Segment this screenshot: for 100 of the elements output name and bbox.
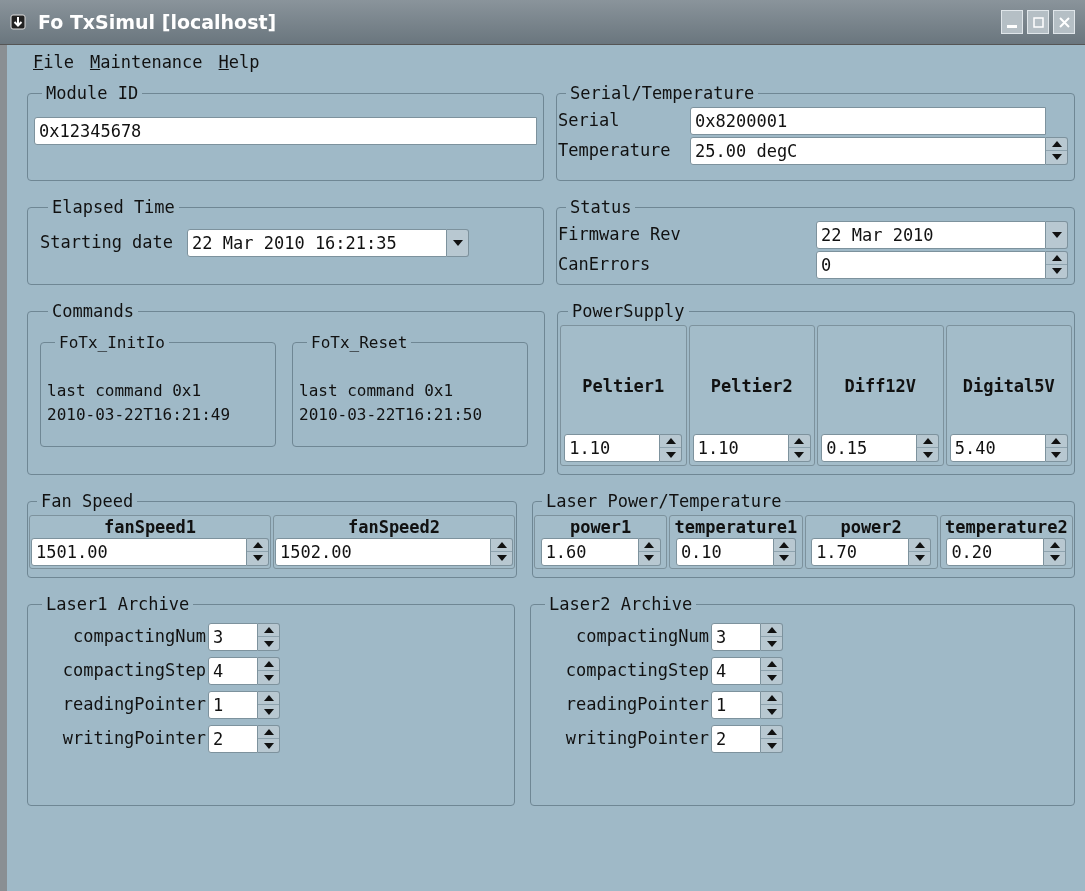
- down-arrow-icon: [766, 674, 777, 681]
- input-field[interactable]: 3: [711, 623, 761, 651]
- channel-label: Digital5V: [962, 374, 1055, 398]
- dropdown-button[interactable]: [447, 228, 470, 257]
- down-arrow-icon: [263, 640, 274, 647]
- channel-label: power2: [840, 515, 902, 538]
- up-arrow-icon: [644, 541, 655, 548]
- input-field[interactable]: 0.15: [821, 434, 918, 462]
- down-arrow-icon: [1051, 268, 1062, 274]
- input-field[interactable]: 25.00 degC: [690, 136, 1046, 165]
- window-menu-icon[interactable]: [10, 14, 26, 30]
- up-arrow-icon: [263, 729, 274, 735]
- up-arrow-icon: [263, 661, 274, 667]
- down-arrow-icon: [1051, 231, 1062, 238]
- channel-label: Peltier2: [710, 374, 793, 398]
- up-arrow-icon: [1051, 254, 1062, 261]
- field-label: Temperature: [558, 138, 672, 162]
- group-title: FoTx_InitIo: [58, 331, 166, 354]
- input-field[interactable]: 0: [816, 250, 1046, 279]
- command-text: last command 0x1: [299, 379, 455, 402]
- down-arrow-icon: [766, 640, 777, 647]
- field-label: compactingNum: [574, 625, 709, 649]
- group-title: Fan Speed: [40, 490, 135, 513]
- down-arrow-icon: [914, 555, 925, 561]
- input-field[interactable]: 0x12345678: [34, 116, 537, 145]
- group-title: Module ID: [45, 82, 140, 105]
- input-field[interactable]: 1.60: [540, 537, 639, 566]
- down-arrow-icon: [252, 555, 263, 561]
- down-arrow-icon: [496, 555, 507, 561]
- input-field[interactable]: 0x8200001: [690, 106, 1046, 135]
- group-title: PowerSupply: [571, 300, 686, 323]
- up-arrow-icon: [1051, 140, 1062, 147]
- down-arrow-icon: [1051, 451, 1062, 458]
- group-title: FoTx_Reset: [310, 331, 409, 354]
- input-field[interactable]: 22 Mar 2010: [816, 220, 1046, 249]
- field-label: Starting date: [40, 230, 174, 254]
- field-label: compactingNum: [71, 625, 206, 649]
- input-field[interactable]: 0.20: [946, 537, 1045, 566]
- field-label: compactingStep: [61, 659, 206, 683]
- input-field[interactable]: 1: [711, 691, 761, 719]
- group-title: Laser1 Archive: [45, 592, 191, 616]
- down-arrow-icon: [263, 674, 274, 681]
- input-field[interactable]: 1.10: [692, 434, 789, 462]
- up-arrow-icon: [922, 438, 933, 444]
- down-arrow-icon: [644, 555, 655, 561]
- group-title: Serial/Temperature: [569, 82, 756, 105]
- group-title: Status: [569, 196, 633, 219]
- input-field[interactable]: 0.10: [675, 537, 774, 566]
- down-arrow-icon: [665, 451, 676, 458]
- channel-label: temperature1: [674, 515, 798, 538]
- channel-label: fanSpeed1: [103, 515, 197, 538]
- down-arrow-icon: [263, 742, 274, 749]
- channel-label: Diff12V: [844, 374, 917, 398]
- down-arrow-icon: [1049, 555, 1060, 561]
- input-field[interactable]: 4: [711, 657, 761, 685]
- up-arrow-icon: [263, 627, 274, 633]
- input-field[interactable]: 1: [208, 691, 258, 719]
- up-arrow-icon: [766, 695, 777, 701]
- up-arrow-icon: [766, 661, 777, 667]
- down-arrow-icon: [922, 451, 933, 458]
- up-arrow-icon: [779, 541, 790, 548]
- menu-item[interactable]: Maintenance: [87, 50, 205, 76]
- up-arrow-icon: [1049, 541, 1060, 548]
- field-label: readingPointer: [564, 693, 709, 717]
- input-field[interactable]: 1.10: [564, 434, 661, 462]
- field-label: writingPointer: [61, 727, 206, 751]
- down-arrow-icon: [766, 708, 777, 715]
- menu-item[interactable]: File: [31, 50, 76, 76]
- input-field[interactable]: 2: [711, 725, 761, 753]
- down-arrow-icon: [794, 451, 805, 458]
- group-title: Commands: [51, 300, 135, 323]
- command-text: 2010-03-22T16:21:49: [47, 403, 232, 426]
- command-text: 2010-03-22T16:21:50: [299, 403, 484, 426]
- input-field[interactable]: 2: [208, 725, 258, 753]
- channel-label: fanSpeed2: [347, 515, 441, 538]
- input-field[interactable]: 22 Mar 2010 16:21:35: [187, 228, 448, 257]
- field-label: Serial: [558, 108, 621, 132]
- up-arrow-icon: [665, 438, 676, 444]
- down-arrow-icon: [263, 708, 274, 715]
- down-arrow-icon: [779, 555, 790, 561]
- dropdown-button[interactable]: [1046, 220, 1068, 249]
- field-label: compactingStep: [564, 659, 709, 683]
- input-field[interactable]: 1502.00: [275, 537, 491, 566]
- channel-label: power1: [569, 515, 632, 538]
- window-title: Fo TxSimul [localhost]: [38, 9, 277, 35]
- input-field[interactable]: 1501.00: [31, 537, 247, 566]
- menu-item[interactable]: Help: [216, 50, 262, 76]
- input-field[interactable]: 3: [208, 623, 258, 651]
- group-title: Laser Power/Temperature: [545, 490, 783, 513]
- up-arrow-icon: [252, 541, 263, 548]
- input-field[interactable]: 1.70: [811, 537, 910, 566]
- field-label: readingPointer: [61, 693, 206, 717]
- up-arrow-icon: [914, 541, 925, 548]
- group-title: Elapsed Time: [51, 196, 176, 219]
- down-arrow-icon: [766, 742, 777, 749]
- input-field[interactable]: 5.40: [949, 434, 1046, 462]
- up-arrow-icon: [1051, 438, 1062, 444]
- up-arrow-icon: [794, 438, 805, 444]
- group-title: Laser2 Archive: [548, 592, 694, 616]
- input-field[interactable]: 4: [208, 657, 258, 685]
